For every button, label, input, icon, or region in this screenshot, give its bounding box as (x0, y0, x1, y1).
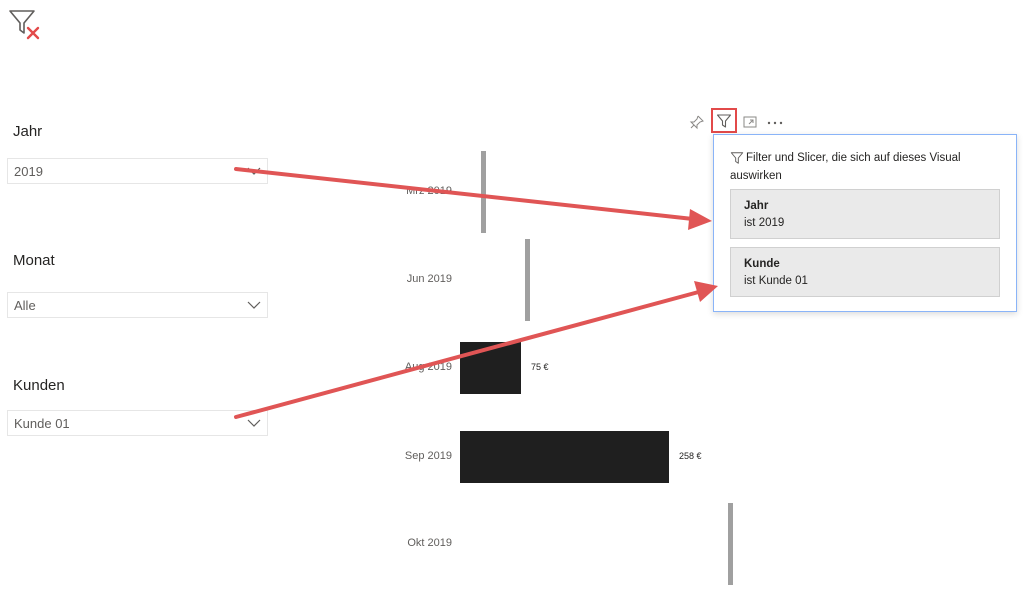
category-label: Aug 2019 (404, 361, 452, 373)
bar-marker[interactable] (728, 503, 733, 585)
category-label: Okt 2019 (407, 537, 452, 549)
category-label: Sep 2019 (404, 450, 452, 462)
bar-marker[interactable] (481, 151, 486, 233)
filter-card-condition: ist Kunde 01 (744, 275, 808, 287)
filter-card-kunde[interactable]: Kunde ist Kunde 01 (730, 247, 1000, 297)
data-label: 75 € (531, 362, 549, 372)
bar[interactable] (460, 431, 669, 483)
bar[interactable] (460, 342, 521, 394)
category-label: Mrz 2019 (406, 185, 452, 197)
filter-card-name: Kunde (744, 258, 780, 270)
category-label: Jun 2019 (406, 273, 452, 285)
popup-title: Filter und Slicer, die sich auf dieses V… (730, 152, 961, 182)
filter-card-name: Jahr (744, 200, 769, 212)
filter-card-jahr[interactable]: Jahr ist 2019 (730, 189, 1000, 239)
visual-filter-popup: Filter und Slicer, die sich auf dieses V… (713, 134, 1017, 312)
bar-marker[interactable] (525, 239, 530, 321)
data-label: 258 € (679, 451, 702, 461)
filter-card-condition: ist 2019 (744, 217, 785, 229)
